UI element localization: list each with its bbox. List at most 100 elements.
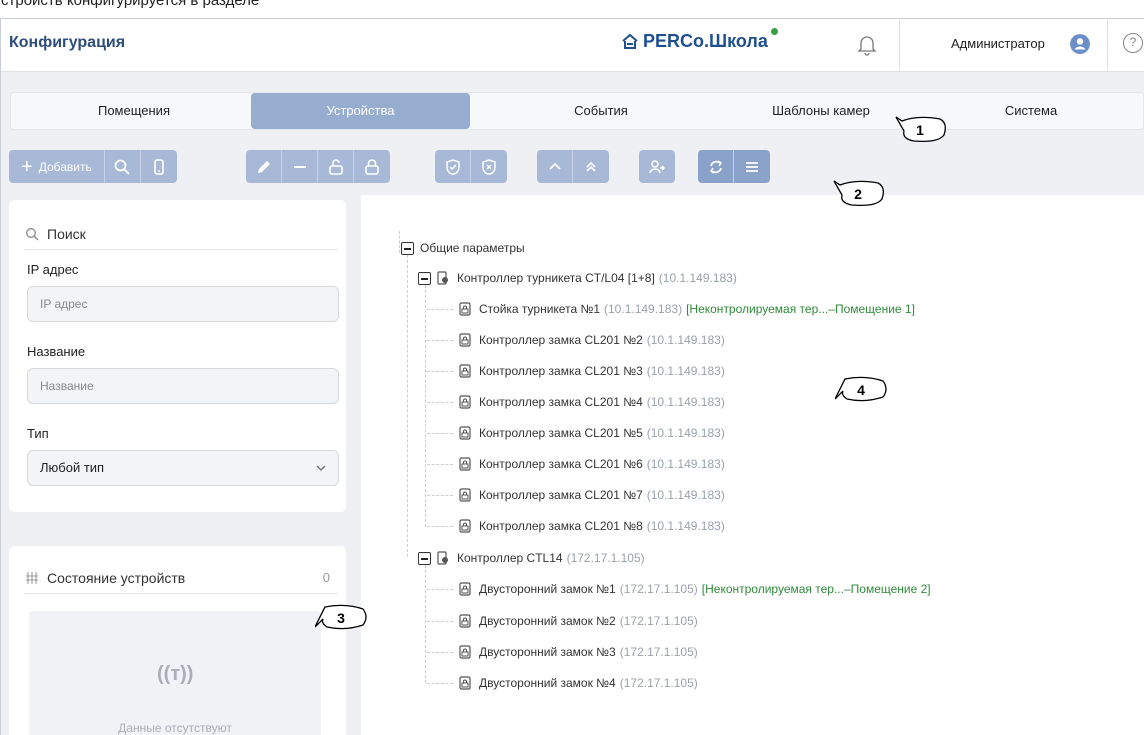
name-input[interactable]: Название — [27, 368, 339, 404]
shield-check-button[interactable] — [435, 150, 471, 183]
device-name: Контроллер замка CL201 №7 — [479, 488, 643, 502]
toolbar-group-view — [698, 150, 770, 183]
search-header: Поиск — [25, 218, 338, 250]
toolbar-group-move — [537, 150, 609, 183]
move-up-button[interactable] — [537, 150, 573, 183]
tab-devices[interactable]: Устройства — [251, 93, 470, 129]
name-label: Название — [27, 344, 86, 359]
help-icon[interactable]: ? — [1123, 33, 1143, 53]
device-ip: (10.1.149.183) — [604, 302, 683, 316]
tree-connector — [427, 589, 453, 590]
refresh-icon — [709, 159, 722, 174]
search-button[interactable] — [105, 150, 141, 183]
home-logo-icon — [622, 33, 638, 49]
collapse-toggle-icon[interactable] — [418, 271, 431, 285]
collapse-toggle-icon[interactable] — [418, 551, 431, 565]
device-status-count: 0 — [322, 570, 330, 585]
move-top-button[interactable] — [573, 150, 609, 183]
callout-3: 3 — [315, 604, 367, 633]
tree-device-row[interactable]: Двусторонний замок №3 (172.17.1.105) — [459, 642, 698, 662]
tree-root-label: Общие параметры — [420, 241, 525, 255]
toolbar-group-edit — [246, 150, 390, 183]
remove-button[interactable] — [282, 150, 318, 183]
minus-icon — [293, 165, 306, 168]
lock-button[interactable] — [354, 150, 390, 183]
device-lock-icon — [459, 645, 471, 659]
tree-device-row[interactable]: Контроллер замка CL201 №8 (10.1.149.183) — [459, 516, 725, 536]
callout-number: 4 — [857, 382, 865, 398]
device-status-header: Состояние устройств 0 — [25, 562, 338, 594]
ip-input[interactable]: IP адрес — [27, 286, 339, 322]
controller-icon — [437, 271, 448, 285]
type-select[interactable]: Любой тип — [27, 450, 339, 486]
tree-device-row[interactable]: Двусторонний замок №2 (172.17.1.105) — [459, 611, 698, 631]
tree-device-row[interactable]: Контроллер замка CL201 №6 (10.1.149.183) — [459, 454, 725, 474]
toolbar: + Добавить — [1, 150, 1144, 195]
device-name: Двусторонний замок №3 — [479, 645, 616, 659]
user-name[interactable]: Администратор — [951, 36, 1045, 51]
chevron-down-icon — [316, 465, 326, 471]
device-lock-icon — [459, 364, 471, 378]
tree-device-row[interactable]: Стойка турникета №1 (10.1.149.183) [Неко… — [459, 299, 915, 319]
tree-connector — [399, 231, 400, 253]
tree-device-row[interactable]: Контроллер замка CL201 №7 (10.1.149.183) — [459, 485, 725, 505]
shield-x-icon — [482, 158, 496, 175]
device-ip: (10.1.149.183) — [646, 395, 725, 409]
tree-device-row[interactable]: Контроллер замка CL201 №3 (10.1.149.183) — [459, 361, 725, 381]
signal-icon: ((т)) — [157, 663, 194, 685]
tab-events[interactable]: События — [481, 93, 721, 129]
tree-controller-row[interactable]: Контроллер CTL14 (172.17.1.105) — [418, 548, 645, 568]
screenshot-frame: стройств конфигурируется в разделе Конфи… — [0, 0, 1144, 735]
double-chevron-up-icon — [586, 161, 596, 172]
device-name: Контроллер замка CL201 №2 — [479, 333, 643, 347]
tree-device-row[interactable]: Двусторонний замок №4 (172.17.1.105) — [459, 673, 698, 693]
bell-icon[interactable] — [857, 34, 877, 56]
tree-connector — [427, 371, 453, 372]
shield-cancel-button[interactable] — [471, 150, 507, 183]
tab-system[interactable]: Система — [923, 93, 1139, 129]
tree-connector — [407, 255, 408, 557]
user-avatar-icon[interactable] — [1070, 34, 1090, 54]
device-ip: (10.1.149.183) — [646, 457, 725, 471]
plus-icon: + — [21, 155, 33, 178]
tree-connector — [427, 652, 453, 653]
device-ip: (172.17.1.105) — [619, 645, 698, 659]
status-grid-icon — [26, 571, 38, 584]
tree-connector — [427, 433, 453, 434]
tree-device-row[interactable]: Двусторонний замок №1 (172.17.1.105) [Не… — [459, 579, 931, 599]
collapse-toggle-icon[interactable] — [401, 241, 414, 255]
tree-device-row[interactable]: Контроллер замка CL201 №2 (10.1.149.183) — [459, 330, 725, 350]
document-text-fragment: стройств конфигурируется в разделе — [1, 0, 260, 9]
refresh-button[interactable] — [698, 150, 734, 183]
tab-camera-templates[interactable]: Шаблоны камер — [731, 93, 911, 129]
controller-name: Контроллер турникета CT/L04 [1+8] — [457, 271, 655, 285]
edit-button[interactable] — [246, 150, 282, 183]
tree-controller-row[interactable]: Контроллер турникета CT/L04 [1+8] (10.1.… — [418, 268, 737, 288]
pencil-icon — [257, 160, 270, 173]
device-lock-icon — [459, 395, 471, 409]
tree-connector — [427, 683, 453, 684]
device-ip: (172.17.1.105) — [619, 582, 698, 596]
callout-1: 1 — [895, 116, 946, 145]
device-tree: Общие параметры Контроллер турникета CT/… — [361, 195, 1144, 735]
brand-logo: PERCo.Школа — [621, 28, 778, 52]
menu-button[interactable] — [734, 150, 770, 183]
device-name: Двусторонний замок №1 — [479, 582, 616, 596]
filter-panel: Поиск IP адрес IP адрес Название Названи… — [9, 200, 346, 512]
user-transfer-button[interactable] — [639, 150, 675, 183]
add-button[interactable]: + Добавить — [9, 150, 105, 183]
tree-device-row[interactable]: Контроллер замка CL201 №4 (10.1.149.183) — [459, 392, 725, 412]
tree-connector — [427, 495, 453, 496]
page-title: Конфигурация — [9, 34, 126, 51]
tree-root[interactable]: Общие параметры — [401, 238, 525, 258]
tree-device-row[interactable]: Контроллер замка CL201 №5 (10.1.149.183) — [459, 423, 725, 443]
device-zone: [Неконтролируемая тер...–Помещение 2] — [701, 582, 931, 596]
shield-check-icon — [445, 158, 460, 175]
user-arrow-icon — [649, 159, 665, 173]
callout-2: 2 — [833, 180, 884, 209]
unlock-button[interactable] — [318, 150, 354, 183]
device-lock-icon — [459, 302, 471, 316]
search-icon — [114, 159, 130, 175]
device-button[interactable] — [141, 150, 177, 183]
tab-rooms[interactable]: Помещения — [29, 93, 239, 129]
